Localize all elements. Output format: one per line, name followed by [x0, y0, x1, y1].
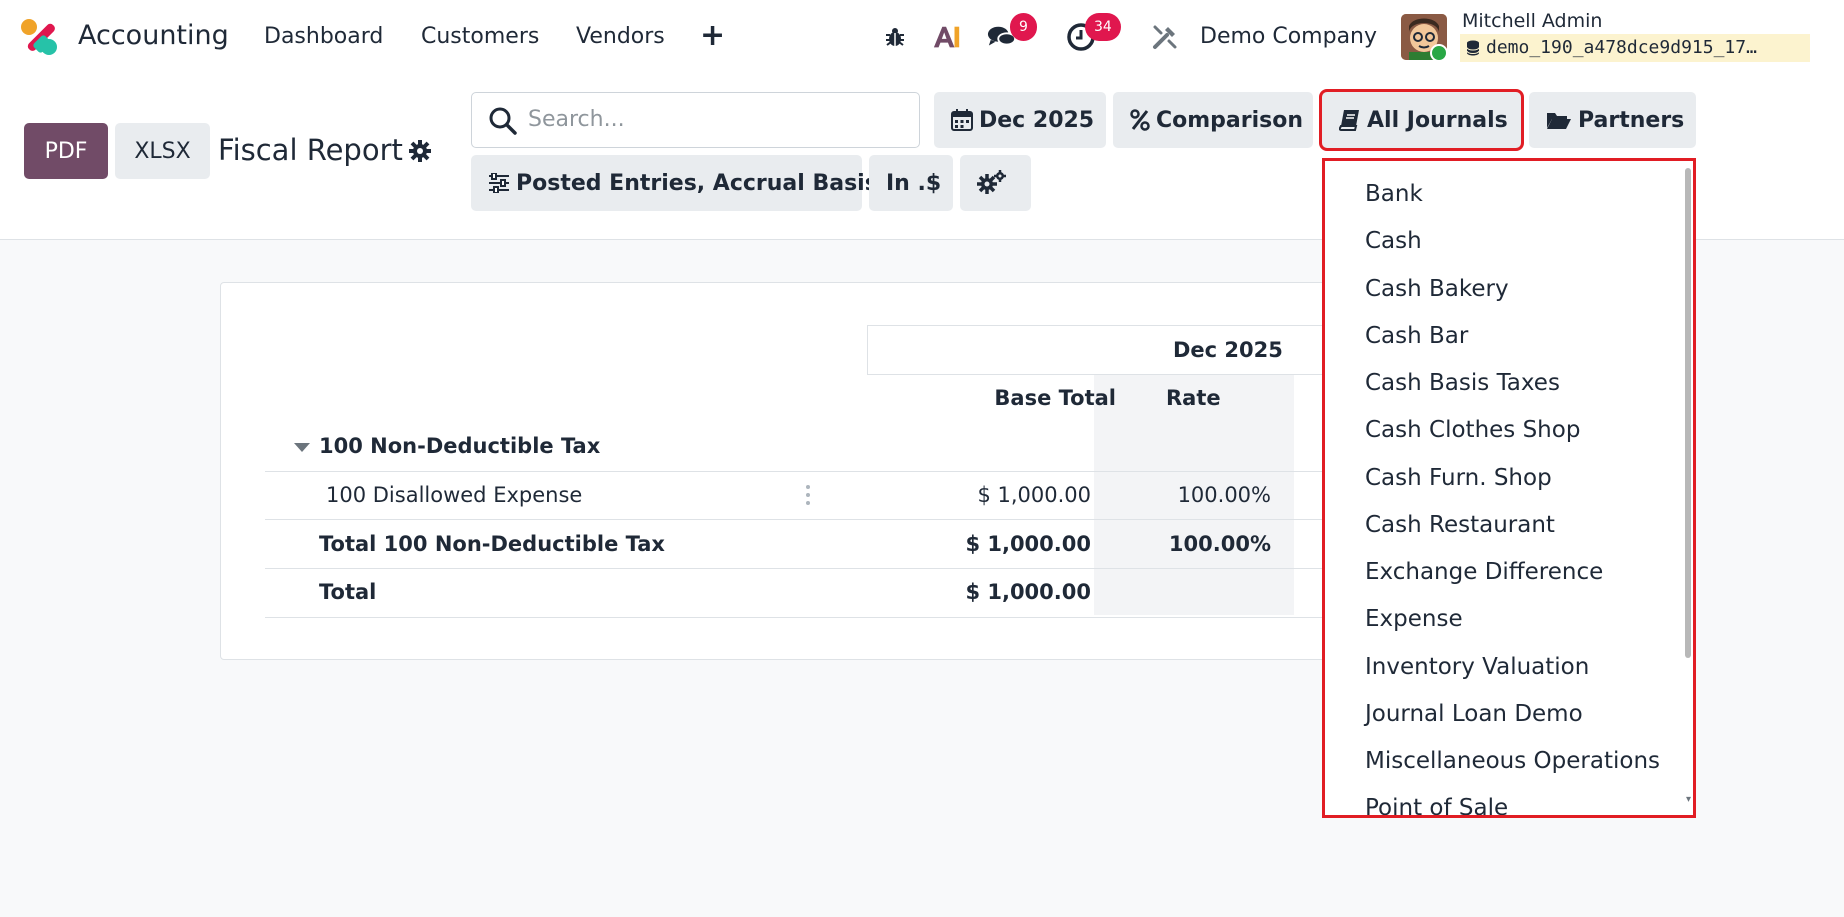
entries-filter-label: Posted Entries, Accrual Basis [516, 170, 878, 196]
journal-option[interactable]: Expense [1365, 606, 1463, 632]
journal-option[interactable]: Journal Loan Demo [1365, 701, 1583, 727]
user-name[interactable]: Mitchell Admin [1462, 10, 1602, 32]
chat-count-badge: 9 [1010, 13, 1037, 41]
rate-header[interactable]: Rate [1166, 386, 1221, 410]
row-total-group-rate: 100.00% [1168, 532, 1271, 556]
pdf-button[interactable]: PDF [24, 123, 108, 179]
comparison-label: Comparison [1156, 107, 1304, 133]
search-input[interactable]: Search... [471, 92, 920, 148]
bug-icon[interactable] [880, 22, 910, 52]
journal-option[interactable]: Cash Clothes Shop [1365, 417, 1580, 443]
top-navbar: Accounting Dashboard Customers Vendors +… [0, 0, 1844, 76]
percent-icon [1130, 109, 1150, 131]
journal-option[interactable]: Cash [1365, 228, 1422, 254]
row-label-disallowed-expense[interactable]: 100 Disallowed Expense [326, 483, 582, 507]
activity-count-badge: 34 [1085, 13, 1121, 41]
journal-option[interactable]: Bank [1365, 181, 1423, 207]
base-total-header[interactable]: Base Total [926, 386, 1116, 410]
row-total-group-base: $ 1,000.00 [965, 532, 1091, 556]
settings-tools-icon[interactable] [1150, 22, 1180, 52]
row-label-total-group: Total 100 Non-Deductible Tax [319, 532, 665, 556]
ai-icon[interactable] [932, 22, 962, 52]
database-icon [1466, 40, 1480, 56]
comparison-button[interactable]: Comparison [1113, 92, 1313, 148]
currency-button[interactable]: In .$ [869, 155, 953, 211]
row-base-total: $ 1,000.00 [977, 483, 1091, 507]
online-status-icon [1430, 44, 1448, 62]
menu-customers[interactable]: Customers [421, 24, 539, 49]
journal-option[interactable]: Cash Restaurant [1365, 512, 1555, 538]
database-badge: demo_190_a478dce9d915_17… [1460, 34, 1810, 62]
date-filter-button[interactable]: Dec 2025 [934, 92, 1106, 148]
app-title[interactable]: Accounting [78, 20, 229, 51]
row-divider [265, 519, 1361, 520]
journal-option[interactable]: Cash Bakery [1365, 276, 1509, 302]
menu-vendors[interactable]: Vendors [576, 24, 665, 49]
journal-option[interactable]: Inventory Valuation [1365, 654, 1589, 680]
group-label[interactable]: 100 Non-Deductible Tax [319, 434, 600, 458]
options-button[interactable] [960, 155, 1031, 211]
row-rate: 100.00% [1177, 483, 1271, 507]
search-icon [489, 107, 517, 135]
period-header[interactable]: Dec 2025 [1173, 338, 1283, 362]
entries-filter-button[interactable]: Posted Entries, Accrual Basis [471, 155, 878, 211]
partners-filter-button[interactable]: Partners [1529, 92, 1696, 148]
report-card: Dec 2025 Base Total Rate 100 Non-Deducti… [220, 282, 1361, 660]
quick-create-plus-icon[interactable]: + [700, 18, 725, 53]
row-divider [265, 568, 1361, 569]
row-menu-dots-icon[interactable] [805, 484, 811, 506]
journal-option[interactable]: Exchange Difference [1365, 559, 1603, 585]
folder-open-icon [1547, 113, 1571, 129]
accounting-logo-icon[interactable] [20, 18, 58, 56]
row-label-grand-total: Total [319, 580, 377, 604]
dropdown-scrollbar[interactable] [1685, 168, 1691, 658]
row-grand-total-base: $ 1,000.00 [965, 580, 1091, 604]
calendar-icon [951, 109, 973, 131]
journals-filter-button[interactable]: All Journals [1319, 89, 1524, 151]
journals-dropdown: Bank Cash Cash Bakery Cash Bar Cash Basi… [1322, 158, 1696, 818]
journal-option[interactable]: Cash Bar [1365, 323, 1468, 349]
row-divider [265, 617, 1361, 618]
report-title: Fiscal Report [218, 133, 403, 167]
book-icon [1339, 110, 1359, 131]
caret-down-icon[interactable] [294, 443, 310, 452]
date-filter-label: Dec 2025 [979, 107, 1095, 133]
partners-filter-label: Partners [1578, 107, 1685, 133]
base-total-header-label: Base Total [994, 386, 1116, 410]
sliders-icon [489, 173, 509, 193]
cogs-icon [977, 170, 1006, 194]
journal-option[interactable]: Miscellaneous Operations [1365, 748, 1660, 774]
row-divider [265, 471, 1361, 472]
company-switcher[interactable]: Demo Company [1200, 24, 1377, 49]
period-header-box [867, 325, 1361, 375]
currency-label: In .$ [886, 170, 942, 196]
rate-header-label: Rate [1166, 386, 1221, 410]
menu-dashboard[interactable]: Dashboard [264, 24, 383, 49]
search-placeholder: Search... [528, 107, 625, 132]
gear-icon[interactable] [408, 139, 432, 163]
database-name: demo_190_a478dce9d915_17… [1486, 37, 1757, 58]
journals-filter-label: All Journals [1367, 107, 1508, 133]
journal-option[interactable]: Cash Basis Taxes [1365, 370, 1560, 396]
xlsx-button[interactable]: XLSX [115, 123, 210, 179]
journal-option[interactable]: Cash Furn. Shop [1365, 465, 1552, 491]
journal-option[interactable]: Point of Sale [1365, 795, 1508, 815]
scroll-down-arrow-icon[interactable]: ▾ [1686, 794, 1691, 805]
